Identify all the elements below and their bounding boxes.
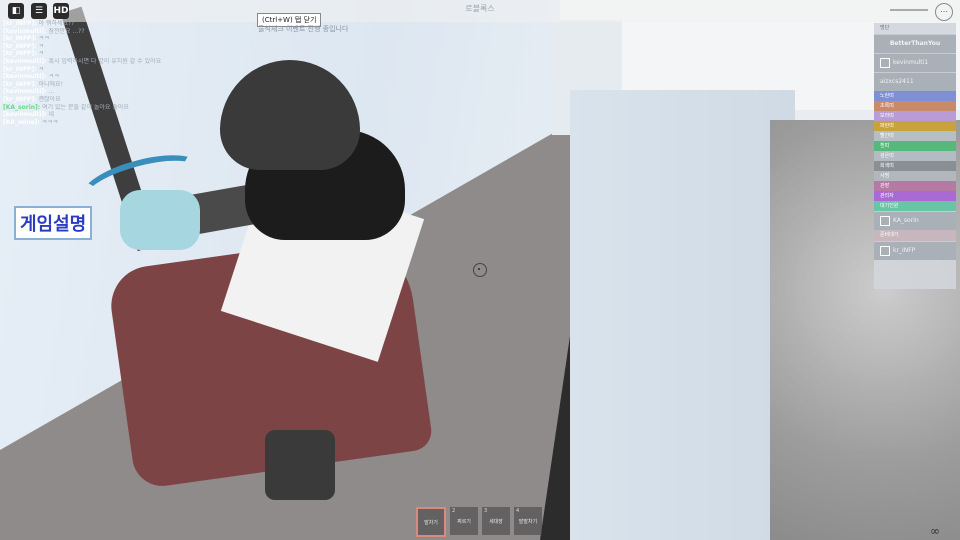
chat-text: ㅋㅋ [48,73,60,81]
chat-author[interactable]: [kr_INFP]: [3,81,37,88]
chat-message: [kevinmulti]: 혹시 입력하시면 다 같이 유치원 갈 수 있어요 [3,58,243,66]
chat-icon[interactable]: ☰ [31,3,47,19]
chat-author[interactable]: [kr_INFP]: [3,96,37,103]
avatar-hand [120,190,200,250]
hotbar-slot-label: 세대장 [489,518,503,525]
chat-author[interactable]: [kevinmulti]: [3,88,47,95]
hotbar-slot-number: 4 [516,508,520,514]
hotbar-slot-label: 발발차기 [518,518,538,525]
vr-glasses-icon[interactable]: ∞ [930,524,940,538]
chat-message: [kevinmulti]: 네 [3,111,243,119]
chat-text: ㅋㅋㅋ [41,118,59,126]
team-list: 노란띠 초록띠 보라띠 파란띠 빨간띠 흰띠 검은띠 회색띠 사범 관장 관리자 대기인원 [874,91,956,211]
player-row[interactable]: KA_sorin [874,211,956,230]
chat-text: ㅋ [38,65,45,73]
team-header: 검은띠 [874,151,956,161]
team-header: 대기인원 [874,201,956,211]
team-header: 보라띠 [874,111,956,121]
team-header: 준비대기 [874,230,956,241]
chat-text: 괜찮아요 [38,95,61,103]
avatar-legs [265,430,335,500]
chat-author[interactable]: [KR_mine]: [3,119,40,126]
chat-author[interactable]: [kevinmulti]: [3,28,47,35]
chat-text: 아 뭐하세요?? [38,20,75,27]
team-header: 빨간띠 [874,131,956,141]
chat-window: [kr_INFP]: 아 뭐하세요?? [kevinmulti]: 잠깐만요 ..… [3,20,243,126]
pillar [570,90,795,540]
chat-text: 네 [48,111,54,119]
player-list-header: 명단 [880,25,890,31]
chat-message: [kr_INFP]: ㅋ [3,43,243,51]
chat-text: ㅋㅋ [38,35,50,43]
hotbar-slot-label: 찌르기 [457,518,471,525]
hotbar-slot[interactable]: 발차기 [416,507,446,537]
chat-message: [kevinmulti]: ㅋㅋ [3,73,243,81]
chat-author[interactable]: [kr_INFP]: [3,43,37,50]
player-icon [880,216,890,226]
player-row[interactable]: kevinmulti1 [874,53,956,72]
chat-author[interactable]: [KA_sorin]: [3,104,40,111]
roblox-logo-icon[interactable]: ◧ [8,3,24,19]
player-self[interactable]: BetterThanYou [874,34,956,53]
chat-message: [kr_INFP]: 아 뭐하세요?? [3,20,243,28]
chat-message: [KA_sorin]: 여기 있는 분들 같이 놀아요 좋아요 [3,104,243,112]
chat-message: [kevinmulti]: 잠깐만요 ...?? [3,28,243,36]
chat-text: ... [48,88,55,96]
hotbar-slot[interactable]: 2 찌르기 [450,507,478,535]
chat-message: [kr_INFP]: ㅋ [3,66,243,74]
chat-author[interactable]: [kevinmulti]: [3,111,47,118]
chat-message: [kr_INFP]: ㅋㅋ [3,35,243,43]
hd-button[interactable]: HD [53,3,69,19]
chat-message: [kr_INFP]: 괜찮아요 [3,96,243,104]
more-options-icon[interactable]: ⋯ [935,3,953,21]
hotbar-slot-number: 2 [452,508,456,514]
team-header: 흰띠 [874,141,956,151]
team-header: 회색띠 [874,161,956,171]
player-row[interactable]: kr_INFP [874,241,956,260]
chat-text: 여기 있는 분들 같이 놀아요 좋아요 [42,103,129,111]
hotbar: 발차기 2 찌르기 3 세대장 4 발발차기 [416,507,542,537]
player-list: 명단 BetterThanYou kevinmulti1 aizxcs2411 … [874,23,956,289]
player-row[interactable]: aizxcs2411 [874,72,956,91]
hotbar-slot[interactable]: 4 발발차기 [514,507,542,535]
window-title: 로블록스 [465,4,495,13]
game-info-sign[interactable]: 게임설명 [14,206,93,240]
top-divider [890,9,928,11]
player-icon [880,58,890,68]
chat-text: ㅋ [38,42,45,50]
chat-text: 잠깐만요 ...?? [48,27,85,35]
chat-message: [kr_INFP]: ㅋ [3,50,243,58]
crosshair-icon [473,263,487,277]
chat-text: 혹시 입력하시면 다 같이 유치원 갈 수 있어요 [48,57,162,65]
chat-author[interactable]: [kr_INFP]: [3,20,37,27]
hotbar-slot[interactable]: 3 세대장 [482,507,510,535]
chat-author[interactable]: [kr_INFP]: [3,35,37,42]
team-header: 사범 [874,171,956,181]
chat-author[interactable]: [kevinmulti]: [3,73,47,80]
team-header: 노란띠 [874,91,956,101]
chat-message: [kr_INFP]: 아니에요! [3,81,243,89]
chat-author[interactable]: [kr_INFP]: [3,50,37,57]
chat-message: [kevinmulti]: ... [3,88,243,96]
team-header: 초록띠 [874,101,956,111]
chat-message: [KR_mine]: ㅋㅋㅋ [3,119,243,127]
notice-text: 출석체크 이벤트 진행 중입니다 [258,25,349,33]
player-icon [880,246,890,256]
chat-author[interactable]: [kr_INFP]: [3,66,37,73]
chat-text: 아니에요! [38,80,64,88]
chat-author[interactable]: [kevinmulti]: [3,58,47,65]
team-header: 관리자 [874,191,956,201]
team-header: 관장 [874,181,956,191]
hotbar-slot-label: 발차기 [424,519,438,526]
hotbar-slot-number: 3 [484,508,488,514]
top-bar: ◧ ☰ HD 로블록스 ⋯ [0,0,960,22]
team-header: 파란띠 [874,121,956,131]
chat-text: ㅋ [38,50,45,58]
